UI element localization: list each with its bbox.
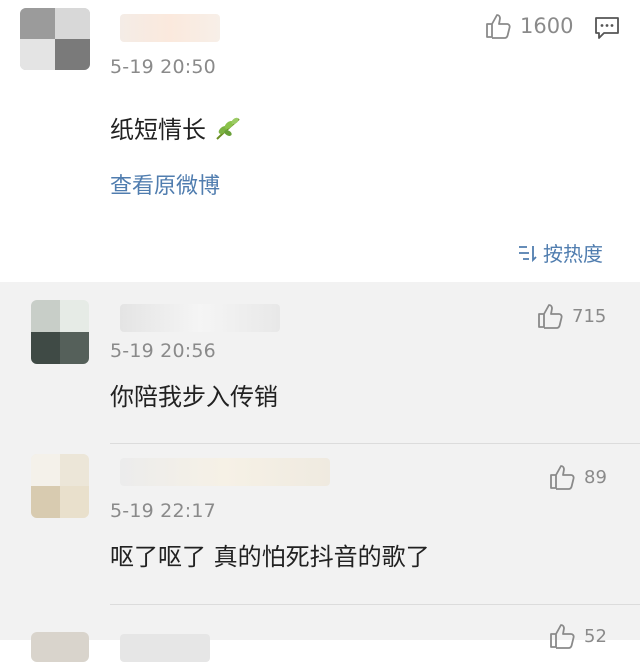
- sort-by-hot-button[interactable]: 按热度: [517, 238, 603, 267]
- thumbs-up-icon: [486, 14, 511, 39]
- reply-text: 呕了呕了 真的怕死抖音的歌了: [110, 543, 430, 571]
- reply-timestamp: 5-19 20:56: [110, 340, 216, 362]
- comment-text-content: 纸短情长: [110, 116, 206, 144]
- username-blurred[interactable]: [120, 304, 280, 332]
- reply-timestamp: 5-19 22:17: [110, 500, 216, 522]
- comment-icon[interactable]: [594, 15, 620, 41]
- avatar[interactable]: [31, 454, 89, 518]
- thumbs-up-icon: [538, 304, 563, 329]
- like-button[interactable]: 715: [536, 302, 606, 330]
- avatar[interactable]: [31, 632, 89, 662]
- like-count: 715: [572, 305, 607, 327]
- username-blurred[interactable]: [120, 458, 330, 486]
- sort-label: 按热度: [543, 242, 603, 266]
- comment-timestamp: 5-19 20:50: [110, 56, 216, 78]
- view-original-link[interactable]: 查看原微博: [110, 168, 220, 200]
- like-button[interactable]: 52: [548, 622, 607, 650]
- divider: [110, 443, 640, 444]
- like-count: 1600: [520, 14, 574, 38]
- username-blurred[interactable]: [120, 14, 220, 42]
- reply-text: 你陪我步入传销: [110, 383, 278, 411]
- thumbs-up-icon: [550, 465, 575, 490]
- like-count: 89: [584, 466, 607, 488]
- thumbs-up-icon: [550, 624, 575, 649]
- like-button[interactable]: 89: [548, 463, 607, 491]
- comment-text: 纸短情长: [110, 110, 242, 145]
- like-button[interactable]: 1600: [484, 12, 573, 40]
- avatar[interactable]: [20, 8, 90, 70]
- leaf-icon: [215, 117, 240, 140]
- username-blurred[interactable]: [120, 634, 210, 662]
- sort-icon: [519, 245, 537, 262]
- divider: [110, 604, 640, 605]
- avatar[interactable]: [31, 300, 89, 364]
- replies-list: 5-19 20:56 你陪我步入传销 715 5-19 22:17 呕了呕了 真…: [0, 282, 640, 662]
- main-comment: 5-19 20:50 纸短情长 查看原微博 1600 按热度: [0, 0, 640, 282]
- like-count: 52: [584, 625, 607, 647]
